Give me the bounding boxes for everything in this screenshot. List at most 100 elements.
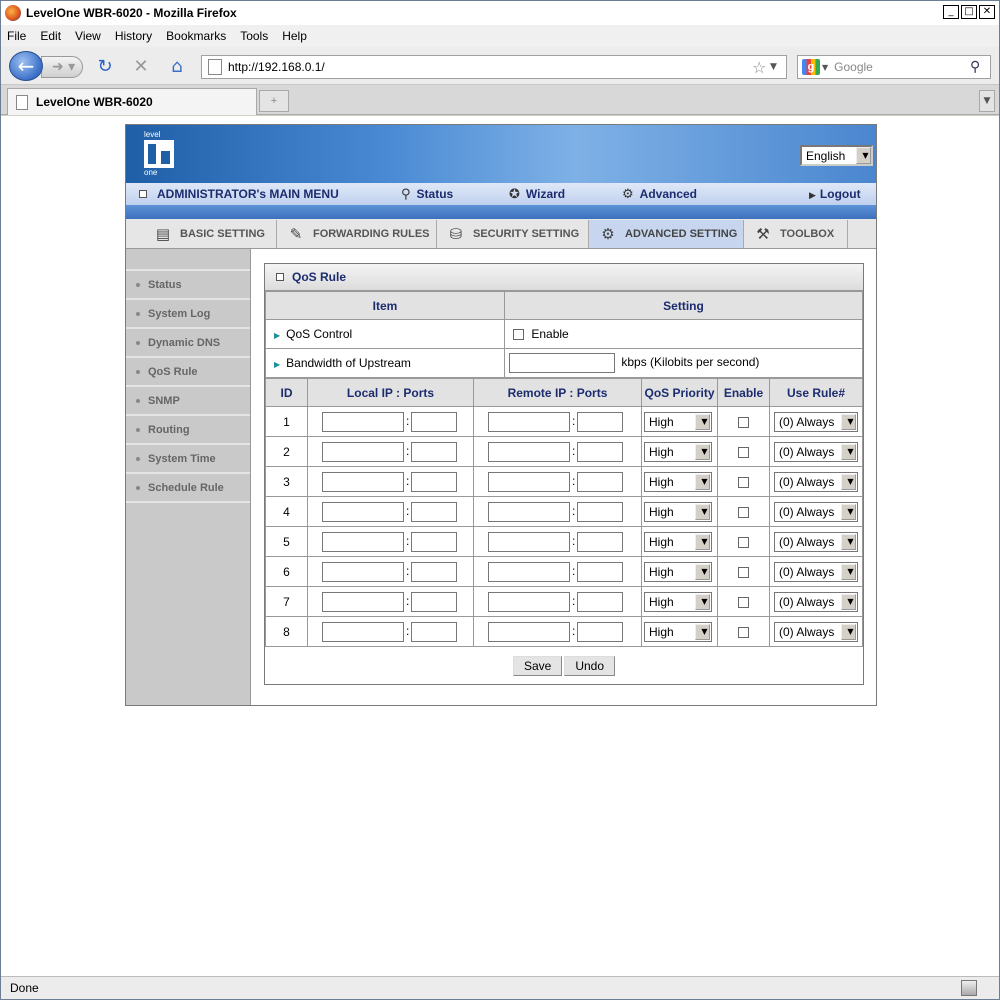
menu-history[interactable]: History [115, 29, 152, 43]
menu-edit[interactable]: Edit [40, 29, 61, 43]
tab-security-setting[interactable]: ⛁ SECURITY SETTING [437, 220, 589, 248]
priority-select[interactable]: High ▼ [644, 621, 712, 642]
browser-tab[interactable]: LevelOne WBR-6020 [7, 88, 257, 115]
search-engine-dropdown-icon[interactable]: ▼ [822, 63, 828, 72]
reload-icon[interactable]: ↻ [93, 55, 117, 79]
use-rule-select[interactable]: (0) Always ▼ [774, 621, 858, 642]
sidebar-item-routing[interactable]: Routing [126, 416, 250, 445]
undo-button[interactable]: Undo [564, 655, 616, 676]
priority-select[interactable]: High ▼ [644, 501, 712, 522]
nav-advanced[interactable]: ⚙ Advanced [622, 187, 697, 202]
local-ip-input[interactable] [322, 411, 404, 432]
local-ip-input[interactable] [322, 591, 404, 612]
remote-port-input[interactable] [577, 591, 624, 612]
nav-logout[interactable]: ▶ Logout [809, 187, 861, 201]
nav-wizard[interactable]: ✪ Wizard [509, 187, 565, 202]
tab-list-button[interactable]: ▼ [979, 90, 995, 112]
rule-enable-checkbox[interactable] [738, 476, 749, 488]
sidebar-item-status[interactable]: Status [126, 271, 250, 300]
url-dropdown-icon[interactable]: ▼ [770, 62, 786, 72]
remote-port-input[interactable] [577, 471, 624, 492]
local-port-input[interactable] [411, 411, 458, 432]
remote-port-input[interactable] [577, 411, 624, 432]
close-button[interactable]: ✕ [979, 5, 995, 19]
remote-port-input[interactable] [577, 621, 624, 642]
local-ip-input[interactable] [322, 531, 404, 552]
new-tab-button[interactable]: + [259, 90, 289, 112]
nav-status[interactable]: ⚲ Status [401, 187, 453, 202]
bookmark-star-icon[interactable]: ☆ [752, 58, 770, 77]
local-ip-input[interactable] [322, 561, 404, 582]
minimize-button[interactable]: _ [943, 5, 959, 19]
sidebar-item-system-time[interactable]: System Time [126, 445, 250, 474]
sidebar-item-qos-rule[interactable]: QoS Rule [126, 358, 250, 387]
local-port-input[interactable] [411, 441, 458, 462]
priority-select[interactable]: High ▼ [644, 561, 712, 582]
priority-select[interactable]: High ▼ [644, 471, 712, 492]
use-rule-select[interactable]: (0) Always ▼ [774, 441, 858, 462]
search-input[interactable]: Google [834, 60, 970, 74]
sidebar-item-system-log[interactable]: System Log [126, 300, 250, 329]
local-ip-input[interactable] [322, 621, 404, 642]
remote-ip-input[interactable] [488, 411, 570, 432]
sidebar-item-snmp[interactable]: SNMP [126, 387, 250, 416]
remote-port-input[interactable] [577, 561, 624, 582]
search-box[interactable]: g ▼ Google ⚲ [797, 55, 991, 79]
sidebar-item-dynamic-dns[interactable]: Dynamic DNS [126, 329, 250, 358]
search-icon[interactable]: ⚲ [970, 59, 990, 75]
remote-ip-input[interactable] [488, 531, 570, 552]
local-port-input[interactable] [411, 561, 458, 582]
priority-select[interactable]: High ▼ [644, 591, 712, 612]
use-rule-select[interactable]: (0) Always ▼ [774, 591, 858, 612]
priority-select[interactable]: High ▼ [644, 441, 712, 462]
menu-tools[interactable]: Tools [240, 29, 268, 43]
menu-file[interactable]: File [7, 29, 26, 43]
remote-ip-input[interactable] [488, 591, 570, 612]
addon-icon[interactable] [961, 980, 977, 996]
google-icon[interactable]: g [802, 59, 820, 75]
menu-bookmarks[interactable]: Bookmarks [166, 29, 226, 43]
remote-ip-input[interactable] [488, 441, 570, 462]
menu-view[interactable]: View [75, 29, 101, 43]
qos-enable-checkbox[interactable] [513, 329, 524, 341]
priority-select[interactable]: High ▼ [644, 411, 712, 432]
forward-button[interactable]: ➜ ▾ [41, 56, 83, 78]
local-port-input[interactable] [411, 501, 458, 522]
rule-enable-checkbox[interactable] [738, 416, 749, 428]
remote-port-input[interactable] [577, 531, 624, 552]
local-ip-input[interactable] [322, 471, 404, 492]
sidebar-item-schedule-rule[interactable]: Schedule Rule [126, 474, 250, 503]
local-ip-input[interactable] [322, 441, 404, 462]
tab-toolbox[interactable]: ⚒ TOOLBOX [744, 220, 848, 248]
stop-icon[interactable]: ✕ [129, 55, 153, 79]
rule-enable-checkbox[interactable] [738, 446, 749, 458]
priority-select[interactable]: High ▼ [644, 531, 712, 552]
url-text[interactable]: http://192.168.0.1/ [228, 60, 752, 74]
remote-ip-input[interactable] [488, 501, 570, 522]
back-button[interactable]: ← [9, 51, 43, 81]
tab-basic-setting[interactable]: ▤ BASIC SETTING [144, 220, 277, 248]
remote-ip-input[interactable] [488, 621, 570, 642]
remote-port-input[interactable] [577, 441, 624, 462]
rule-enable-checkbox[interactable] [738, 536, 749, 548]
use-rule-select[interactable]: (0) Always ▼ [774, 501, 858, 522]
tab-advanced-setting[interactable]: ⚙ ADVANCED SETTING [589, 220, 744, 248]
address-bar[interactable]: http://192.168.0.1/ ☆ ▼ [201, 55, 787, 79]
tab-forwarding-rules[interactable]: ✎ FORWARDING RULES [277, 220, 437, 248]
language-select[interactable]: English ▼ [800, 145, 873, 166]
remote-port-input[interactable] [577, 501, 624, 522]
remote-ip-input[interactable] [488, 561, 570, 582]
local-port-input[interactable] [411, 531, 458, 552]
use-rule-select[interactable]: (0) Always ▼ [774, 411, 858, 432]
local-ip-input[interactable] [322, 501, 404, 522]
local-port-input[interactable] [411, 471, 458, 492]
remote-ip-input[interactable] [488, 471, 570, 492]
bandwidth-input[interactable] [509, 353, 615, 373]
save-button[interactable]: Save [512, 655, 563, 676]
maximize-button[interactable]: □ [961, 5, 977, 19]
use-rule-select[interactable]: (0) Always ▼ [774, 471, 858, 492]
local-port-input[interactable] [411, 591, 458, 612]
use-rule-select[interactable]: (0) Always ▼ [774, 561, 858, 582]
rule-enable-checkbox[interactable] [738, 626, 749, 638]
rule-enable-checkbox[interactable] [738, 566, 749, 578]
